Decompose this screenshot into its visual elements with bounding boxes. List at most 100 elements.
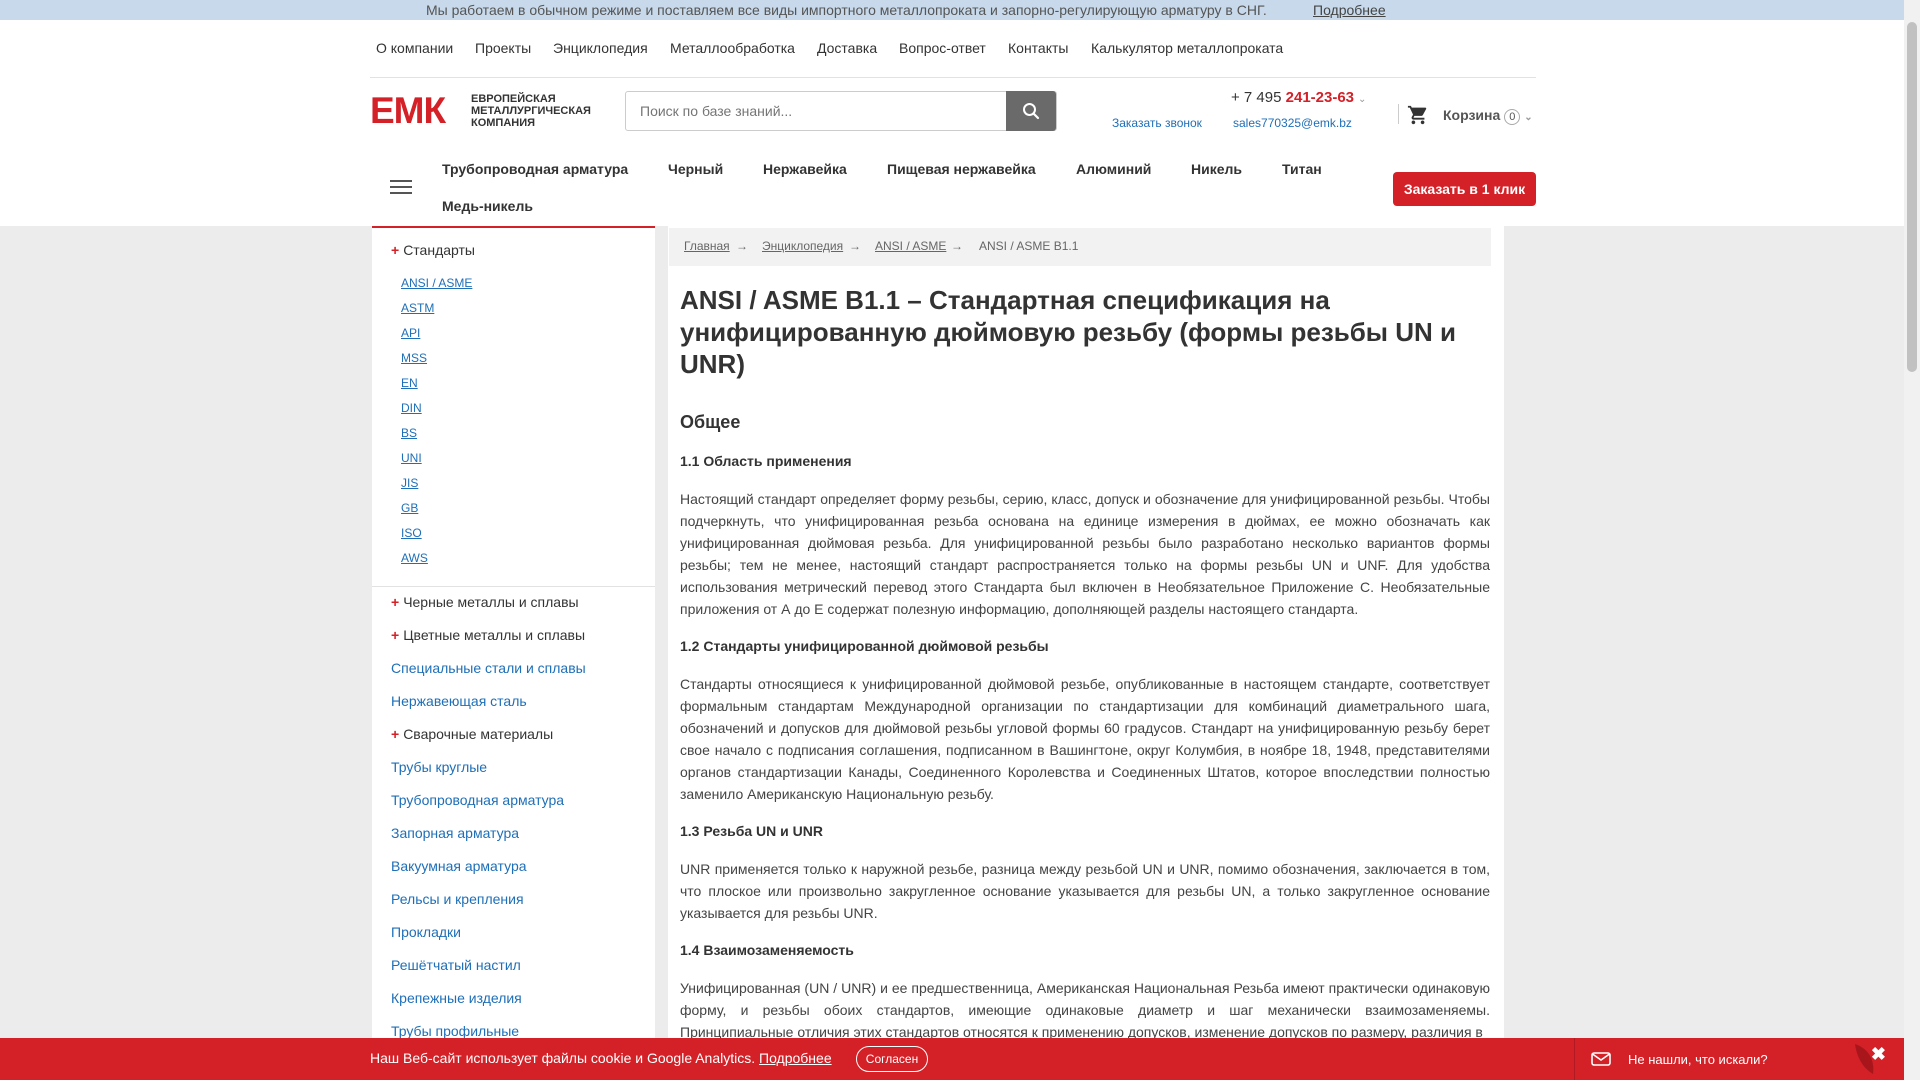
sidebar-standard-gb[interactable]: GB [401,501,418,515]
catnav-copper-nickel[interactable]: Медь-никель [442,198,533,214]
scrollbar-thumb[interactable] [1907,22,1917,372]
order-one-click-button[interactable]: Заказать в 1 клик [1393,172,1536,206]
sidebar-standard-ansi[interactable]: ANSI / ASME [401,276,472,290]
announcement-bar: Мы работаем в обычном режиме и поставляе… [0,0,1904,20]
catnav-food-stainless[interactable]: Пищевая нержавейка [887,161,1036,177]
sidebar-item-rails[interactable]: Рельсы и крепления [391,891,524,907]
article-content: Главная → Энциклопедия → ANSI / ASME → A… [668,226,1504,1080]
catnav-pipeline-valves[interactable]: Трубопроводная арматура [442,161,628,177]
phone-main: 241-23-63 [1285,89,1355,106]
chevron-down-icon: ⌄ [1524,112,1533,123]
callback-link[interactable]: Заказать звонок [1112,116,1202,130]
search-icon [1023,103,1040,120]
cart-label: Корзина [1443,107,1501,123]
expand-icon: + [391,594,400,610]
topnav-calculator[interactable]: Калькулятор металлопроката [1091,40,1283,56]
sidebar-standard-mss[interactable]: MSS [401,351,427,365]
knowledge-search [625,91,1057,131]
paragraph: Настоящий стандарт определяет форму резь… [680,491,1490,617]
breadcrumb-encyclopedia[interactable]: Энциклопедия [762,239,843,253]
email-link[interactable]: sales770325@emk.bz [1233,116,1352,130]
sidebar-item-nonferrous[interactable]: + Цветные металлы и сплавы [391,627,585,643]
search-input[interactable] [626,92,1006,130]
paragraph: Унифицированная (UN / UNR) и ее предшест… [680,980,1490,1040]
chat-widget[interactable]: Не нашли, что искали? ✖ [1574,1038,1904,1080]
sidebar-standard-aws[interactable]: AWS [401,551,428,565]
catnav-aluminium[interactable]: Алюминий [1076,161,1151,177]
cookie-text: Наш Веб-сайт использует файлы cookie и G… [370,1050,756,1066]
sidebar-standard-din[interactable]: DIN [401,401,422,415]
sidebar-item-shutoff-valves[interactable]: Запорная арматура [391,825,519,841]
top-navigation: О компании Проекты Энциклопедия Металлоо… [370,20,1536,78]
phone-prefix: + 7 495 [1231,89,1282,106]
menu-hamburger-icon[interactable] [390,180,412,194]
sidebar-item-fasteners[interactable]: Крепежные изделия [391,990,522,1006]
sidebar-item-label: Сварочные материалы [403,726,554,742]
section-heading-general: Общее [680,412,741,432]
expand-icon: + [391,627,400,643]
logo-line-1: ЕВРОПЕЙСКАЯ [471,93,556,105]
catnav-nickel[interactable]: Никель [1191,161,1242,177]
topnav-delivery[interactable]: Доставка [817,40,877,56]
topnav-metalworking[interactable]: Металлообработка [670,40,795,56]
subsection-heading: 1.2 Стандарты унифицированной дюймовой р… [680,638,1049,654]
company-logo[interactable]: ЕМК ЕВРОПЕЙСКАЯ МЕТАЛЛУРГИЧЕСКАЯ КОМПАНИ… [370,91,606,131]
logo-text: ЕВРОПЕЙСКАЯ МЕТАЛЛУРГИЧЕСКАЯ КОМПАНИЯ [471,93,611,129]
sidebar-item-label: Цветные металлы и сплавы [403,627,586,643]
sidebar-item-profile-pipes[interactable]: Трубы профильные [391,1023,519,1039]
breadcrumb-arrow: → [849,239,861,253]
expand-icon: + [391,726,400,742]
breadcrumb-section[interactable]: ANSI / ASME [875,239,946,253]
announcement-more-link[interactable]: Подробнее [1313,2,1386,18]
cart-button[interactable]: Корзина 0 ⌄ [1443,107,1533,125]
topnav-about[interactable]: О компании [376,40,453,56]
subsection-heading: 1.3 Резьба UN и UNR [680,823,823,839]
page-scrollbar[interactable] [1904,0,1920,1080]
sidebar-item-label: Черные металлы и сплавы [403,594,579,610]
cookie-agree-button[interactable]: Согласен [856,1046,928,1072]
close-icon[interactable]: ✖ [1871,1044,1886,1065]
sidebar-item-stainless-steel[interactable]: Нержавеющая сталь [391,693,527,709]
sidebar-item-welding[interactable]: + Сварочные материалы [391,726,553,742]
cookie-more-link[interactable]: Подробнее [759,1050,832,1066]
announcement-text: Мы работаем в обычном режиме и поставляе… [426,2,1267,18]
breadcrumb: Главная → Энциклопедия → ANSI / ASME → A… [669,228,1491,266]
page-title: ANSI / ASME B1.1 – Стандартная специфика… [680,285,1456,379]
header-divider [1398,104,1399,124]
sidebar-standard-en[interactable]: EN [401,376,418,390]
sidebar-standard-uni[interactable]: UNI [401,451,422,465]
phone-number[interactable]: + 7 495 241-23-63 ⌄ [1231,89,1366,106]
sidebar-item-ferrous[interactable]: + Черные металлы и сплавы [391,594,579,610]
mail-icon [1591,1052,1611,1066]
topnav-projects[interactable]: Проекты [475,40,531,56]
sidebar-item-gaskets[interactable]: Прокладки [391,924,461,940]
sidebar-item-standards[interactable]: + Стандарты [391,242,475,258]
breadcrumb-arrow: → [951,239,963,253]
sidebar-standard-api[interactable]: API [401,326,420,340]
sidebar-standard-bs[interactable]: BS [401,426,417,440]
sidebar-item-round-pipes[interactable]: Трубы круглые [391,759,487,775]
paragraph: Стандарты относящиеся к унифицированной … [680,676,1490,802]
sidebar-item-special-steels[interactable]: Специальные стали и сплавы [391,660,586,676]
sidebar-item-pipeline-valves[interactable]: Трубопроводная арматура [391,792,564,808]
cart-icon[interactable] [1407,104,1429,126]
subsection-heading: 1.1 Область применения [680,453,852,469]
catnav-black[interactable]: Черный [668,161,723,177]
sidebar-divider [372,586,655,587]
sidebar-standard-iso[interactable]: ISO [401,526,422,540]
breadcrumb-home[interactable]: Главная [684,239,730,253]
cart-count-badge: 0 [1504,109,1521,125]
sidebar-item-vacuum-valves[interactable]: Вакуумная арматура [391,858,527,874]
logo-mark: ЕМК [370,90,446,131]
paragraph: UNR применяется только к наружной резьбе… [680,861,1490,921]
sidebar-item-grating[interactable]: Решётчатый настил [391,957,521,973]
topnav-faq[interactable]: Вопрос-ответ [899,40,986,56]
expand-icon: + [391,242,400,258]
catnav-stainless[interactable]: Нержавейка [763,161,847,177]
topnav-contacts[interactable]: Контакты [1008,40,1068,56]
search-button[interactable] [1006,91,1056,131]
sidebar-standard-jis[interactable]: JIS [401,476,418,490]
topnav-encyclopedia[interactable]: Энциклопедия [553,40,648,56]
catnav-titanium[interactable]: Титан [1282,161,1322,177]
sidebar-standard-astm[interactable]: ASTM [401,301,434,315]
